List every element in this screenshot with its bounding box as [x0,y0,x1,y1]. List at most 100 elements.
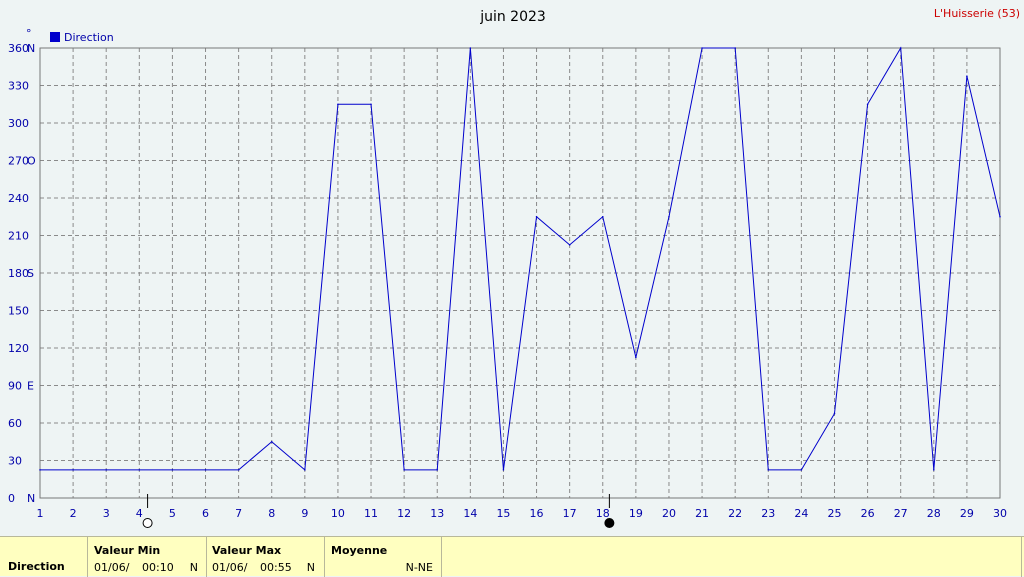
x-tick-label: 22 [728,507,742,520]
x-tick-label: 13 [430,507,444,520]
data-point [568,244,571,246]
data-point [403,469,405,471]
min-header: Valeur Min [94,544,161,557]
x-tick-label: 25 [827,507,841,520]
y-cardinal-label: O [27,155,36,168]
series-layer [39,46,1001,471]
y-cardinal-label: E [27,380,34,393]
x-tick-label: 21 [695,507,709,520]
y-tick-label: 270 [8,155,29,168]
data-point [436,469,439,471]
x-tick-label: 1 [37,507,44,520]
x-tick-label: 29 [960,507,974,520]
footer-min-cell: Valeur Min 01/06/ 00:10 N [88,537,207,577]
x-tick-label: 27 [894,507,908,520]
data-point [932,469,935,471]
x-tick-label: 28 [927,507,941,520]
data-point [800,469,803,471]
data-point [370,103,372,106]
data-point [105,469,108,471]
min-direction: N [189,561,198,574]
x-tick-label: 11 [364,507,378,520]
station-name: L'Huisserie (53) [934,7,1020,20]
unit-symbol: ° [26,27,32,40]
data-point [304,469,306,471]
data-point [237,469,240,471]
x-tick-label: 6 [202,507,209,520]
legend-swatch [50,32,60,42]
footer-avg-cell: Moyenne N-NE [325,537,442,577]
x-tick-label: 4 [136,507,143,520]
series-line-direction [40,46,1001,471]
y-cardinal-label: N [27,42,35,55]
x-tick-label: 9 [301,507,308,520]
x-tick-label: 12 [397,507,411,520]
y-cardinal-label: S [27,267,34,280]
x-tick-label: 19 [629,507,643,520]
moon-new-icon [604,518,615,528]
data-point [337,103,339,106]
stats-footer: Direction Valeur Min 01/06/ 00:10 N Vale… [0,536,1024,577]
x-tick-label: 14 [463,507,477,520]
moon-full-icon [142,518,153,528]
x-tick-label: 10 [331,507,345,520]
x-tick-label: 30 [993,507,1007,520]
min-time: 00:10 [142,561,174,574]
data-point [469,47,472,49]
data-point [270,440,273,443]
y-tick-label: 180 [8,267,29,280]
data-point [833,412,836,415]
x-tick-label: 23 [761,507,775,520]
data-point [635,356,637,359]
x-tick-label: 3 [103,507,110,520]
y-tick-label: 150 [8,305,29,318]
data-point [866,103,869,106]
footer-max-cell: Valeur Max 01/06/ 00:55 N [207,537,325,577]
footer-row-label: Direction [8,560,65,573]
data-point [966,75,968,77]
legend: Direction [50,31,114,44]
x-tick-label: 7 [235,507,242,520]
y-tick-label: 360 [8,42,29,55]
max-time: 00:55 [260,561,292,574]
chart-title: juin 2023 [479,9,546,25]
y-tick-label: 210 [8,230,29,243]
x-tick-label: 8 [268,507,275,520]
x-tick-label: 16 [530,507,544,520]
data-point [39,469,41,471]
grid [39,47,1001,499]
data-point [734,47,736,49]
max-header: Valeur Max [212,544,282,557]
data-point [535,215,538,218]
data-point [72,469,74,471]
x-tick-label: 5 [169,507,176,520]
avg-value: N-NE [405,561,433,574]
chart: juin 2023 L'Huisserie (53) ° 1 2 3 4 5 6 7 8 9 10… [8,7,1020,528]
x-tick-label: 26 [861,507,875,520]
x-tick-label: 24 [794,507,808,520]
max-date: 01/06/ [212,561,248,574]
x-tick-label: 17 [563,507,577,520]
min-date: 01/06/ [94,561,130,574]
data-point [701,47,703,49]
y-tick-label: 60 [8,417,22,430]
y-tick-label: 0 [8,492,15,505]
data-point [999,215,1001,218]
data-point [204,469,207,471]
y-tick-label: 30 [8,455,22,468]
data-point [601,215,604,218]
y-tick-label: 240 [8,192,29,205]
y-cardinal-label: N [27,492,35,505]
data-point [171,469,174,471]
x-tick-label: 18 [596,507,610,520]
y-tick-label: 330 [8,80,29,93]
x-tick-label: 20 [662,507,676,520]
data-point [899,47,902,49]
legend-label: Direction [64,31,114,44]
y-tick-label: 90 [8,380,22,393]
data-point [767,469,770,471]
data-point [138,469,141,471]
avg-header: Moyenne [331,544,388,557]
x-tick-label: 15 [496,507,510,520]
axes: 1 2 3 4 5 6 7 8 9 10 11 12 13 14 15 16 17 18 19 20 21 22 23 24 2… [8,42,1007,520]
